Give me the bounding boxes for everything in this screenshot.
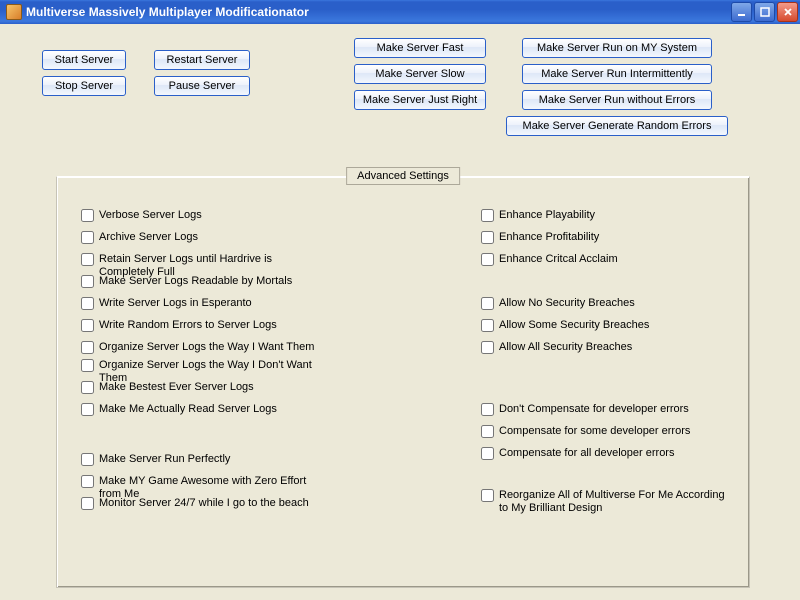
chk-verbose-logs[interactable]: Verbose Server Logs [81,209,202,222]
chk-no-security-breaches[interactable]: Allow No Security Breaches [481,297,635,310]
make-server-slow-button[interactable]: Make Server Slow [354,64,486,84]
checkbox-label: Enhance Playability [499,209,595,222]
minimize-button[interactable] [731,2,752,22]
checkbox-label: Verbose Server Logs [99,209,202,222]
run-without-errors-button[interactable]: Make Server Run without Errors [522,90,712,110]
checkbox-label: Archive Server Logs [99,231,198,244]
restart-server-button[interactable]: Restart Server [154,50,250,70]
chk-reorganize-multiverse[interactable]: Reorganize All of Multiverse For Me Acco… [481,489,729,515]
checkbox-label: Write Random Errors to Server Logs [99,319,277,332]
client-area: Start Server Stop Server Restart Server … [0,24,800,600]
checkbox[interactable] [481,489,494,502]
checkbox-label: Make Me Actually Read Server Logs [99,403,277,416]
checkbox[interactable] [481,341,494,354]
chk-enhance-playability[interactable]: Enhance Playability [481,209,595,222]
chk-esperanto-logs[interactable]: Write Server Logs in Esperanto [81,297,252,310]
checkbox[interactable] [81,253,94,266]
stop-server-button[interactable]: Stop Server [42,76,126,96]
chk-random-errors-logs[interactable]: Write Random Errors to Server Logs [81,319,277,332]
run-intermittently-button[interactable]: Make Server Run Intermittently [522,64,712,84]
generate-random-errors-button[interactable]: Make Server Generate Random Errors [506,116,728,136]
window-title: Multiverse Massively Multiplayer Modific… [26,5,731,19]
checkbox[interactable] [481,447,494,460]
checkbox-label: Allow All Security Breaches [499,341,632,354]
advanced-settings-group: Advanced Settings Verbose Server Logs Ar… [56,176,750,588]
checkbox-label: Don't Compensate for developer errors [499,403,689,416]
checkbox-label: Allow No Security Breaches [499,297,635,310]
advanced-settings-label: Advanced Settings [346,167,460,185]
chk-run-perfectly[interactable]: Make Server Run Perfectly [81,453,230,466]
checkbox-label: Make Bestest Ever Server Logs [99,381,254,394]
checkbox[interactable] [481,425,494,438]
checkbox-label: Reorganize All of Multiverse For Me Acco… [499,489,729,515]
checkbox[interactable] [81,475,94,488]
chk-archive-logs[interactable]: Archive Server Logs [81,231,198,244]
checkbox[interactable] [81,341,94,354]
checkbox[interactable] [81,381,94,394]
checkbox[interactable] [481,319,494,332]
chk-bestest-logs[interactable]: Make Bestest Ever Server Logs [81,381,254,394]
checkbox-label: Allow Some Security Breaches [499,319,649,332]
pause-server-button[interactable]: Pause Server [154,76,250,96]
checkbox-label: Make Server Logs Readable by Mortals [99,275,292,288]
chk-actually-read-logs[interactable]: Make Me Actually Read Server Logs [81,403,277,416]
checkbox[interactable] [81,297,94,310]
checkbox[interactable] [81,231,94,244]
checkbox[interactable] [481,403,494,416]
checkbox-label: Enhance Critcal Acclaim [499,253,618,266]
run-on-my-system-button[interactable]: Make Server Run on MY System [522,38,712,58]
checkbox-label: Monitor Server 24/7 while I go to the be… [99,497,309,510]
checkbox[interactable] [81,497,94,510]
chk-monitor-beach[interactable]: Monitor Server 24/7 while I go to the be… [81,497,309,510]
checkbox[interactable] [81,319,94,332]
checkbox[interactable] [481,297,494,310]
checkbox[interactable] [81,403,94,416]
chk-compensate-all[interactable]: Compensate for all developer errors [481,447,674,460]
maximize-button[interactable] [754,2,775,22]
chk-all-security-breaches[interactable]: Allow All Security Breaches [481,341,632,354]
checkbox-label: Enhance Profitability [499,231,599,244]
chk-dont-compensate[interactable]: Don't Compensate for developer errors [481,403,689,416]
start-server-button[interactable]: Start Server [42,50,126,70]
chk-readable-logs[interactable]: Make Server Logs Readable by Mortals [81,275,292,288]
checkbox-label: Organize Server Logs the Way I Want Them [99,341,314,354]
chk-organize-want[interactable]: Organize Server Logs the Way I Want Them [81,341,314,354]
chk-compensate-some[interactable]: Compensate for some developer errors [481,425,690,438]
checkbox-label: Make Server Run Perfectly [99,453,230,466]
make-server-just-right-button[interactable]: Make Server Just Right [354,90,486,110]
checkbox[interactable] [81,453,94,466]
checkbox-label: Write Server Logs in Esperanto [99,297,252,310]
checkbox[interactable] [81,209,94,222]
app-icon [6,4,22,20]
titlebar: Multiverse Massively Multiplayer Modific… [0,0,800,24]
chk-enhance-critical-acclaim[interactable]: Enhance Critcal Acclaim [481,253,618,266]
checkbox[interactable] [81,275,94,288]
chk-some-security-breaches[interactable]: Allow Some Security Breaches [481,319,649,332]
make-server-fast-button[interactable]: Make Server Fast [354,38,486,58]
chk-enhance-profitability[interactable]: Enhance Profitability [481,231,599,244]
checkbox[interactable] [481,231,494,244]
checkbox[interactable] [81,359,94,372]
checkbox-label: Compensate for all developer errors [499,447,674,460]
window-buttons [731,2,798,22]
checkbox[interactable] [481,209,494,222]
close-button[interactable] [777,2,798,22]
checkbox[interactable] [481,253,494,266]
checkbox-label: Compensate for some developer errors [499,425,690,438]
